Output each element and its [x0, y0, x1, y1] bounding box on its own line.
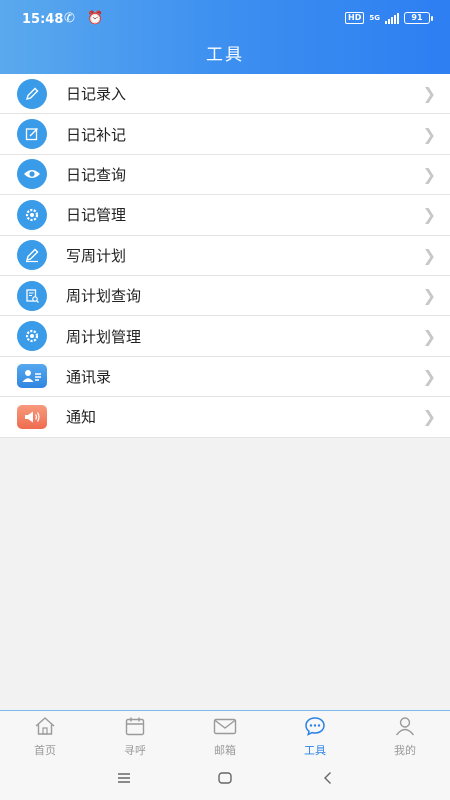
menu-item-label: 日记录入 — [66, 85, 127, 104]
network-type: 5G — [369, 14, 380, 22]
menu-item-label: 写周计划 — [66, 246, 127, 265]
person-icon — [394, 716, 416, 740]
menu-item-contacts[interactable]: 通讯录 ❯ — [0, 357, 450, 398]
tool-menu-list: 日记录入 ❯ 日记补记 ❯ 日记查询 ❯ 日记管理 ❯ 写周计划 ❯ 周计划查询… — [0, 74, 450, 438]
mail-icon — [213, 716, 237, 740]
status-time: 15:48 — [22, 12, 64, 27]
chevron-right-icon: ❯ — [422, 164, 436, 184]
menu-item-label: 日记补记 — [66, 125, 127, 144]
menu-item-diary-entry[interactable]: 日记录入 ❯ — [0, 74, 450, 115]
menu-item-write-weekly-plan[interactable]: 写周计划 ❯ — [0, 236, 450, 276]
home-icon — [34, 716, 56, 740]
status-notification-icons: ✆ ⏰ — [64, 11, 108, 26]
document-search-icon — [17, 280, 47, 311]
tab-home[interactable]: 首页 — [0, 711, 90, 758]
menu-item-label: 周计划管理 — [66, 327, 142, 346]
menu-item-label: 通知 — [66, 408, 97, 427]
tab-label: 工具 — [304, 744, 326, 757]
pencil-icon — [17, 78, 47, 109]
chat-bubble-icon — [304, 716, 326, 740]
signal-icon — [385, 12, 399, 24]
menu-icon[interactable] — [116, 770, 132, 790]
tab-label: 我的 — [394, 744, 416, 757]
chevron-right-icon: ❯ — [422, 286, 436, 306]
chevron-right-icon: ❯ — [422, 366, 436, 386]
edit-note-icon — [17, 119, 47, 150]
status-bar: 15:48 ✆ ⏰ HD 5G 91 — [0, 0, 450, 36]
menu-item-label: 周计划查询 — [66, 287, 142, 306]
tab-tools[interactable]: 工具 — [270, 711, 360, 758]
menu-item-diary-supplement[interactable]: 日记补记 ❯ — [0, 114, 450, 155]
page-title: 工具 — [206, 45, 244, 65]
menu-item-weekly-plan-query[interactable]: 周计划查询 ❯ — [0, 276, 450, 317]
menu-item-notice[interactable]: 通知 ❯ — [0, 397, 450, 438]
calendar-icon — [124, 716, 146, 740]
pencil-icon — [17, 240, 47, 271]
tab-me[interactable]: 我的 — [360, 711, 450, 758]
menu-item-diary-query[interactable]: 日记查询 ❯ — [0, 155, 450, 196]
menu-item-diary-management[interactable]: 日记管理 ❯ — [0, 195, 450, 236]
status-right: HD 5G 91 — [345, 12, 433, 24]
chevron-right-icon: ❯ — [422, 245, 436, 265]
battery-icon: 91 — [404, 12, 433, 24]
bottom-tab-bar: 首页 寻呼 邮箱 工具 我的 — [0, 710, 450, 758]
hd-icon: HD — [345, 12, 365, 24]
eye-icon — [17, 159, 47, 190]
menu-item-label: 日记查询 — [66, 165, 127, 184]
app-header: 15:48 ✆ ⏰ HD 5G 91 工具 — [0, 0, 450, 76]
contacts-icon — [17, 361, 47, 391]
gear-icon — [17, 199, 47, 230]
system-nav-bar — [0, 758, 450, 800]
menu-item-label: 日记管理 — [66, 206, 127, 225]
chevron-right-icon: ❯ — [422, 205, 436, 225]
megaphone-icon — [17, 402, 47, 432]
chevron-right-icon: ❯ — [422, 124, 436, 144]
tab-label: 寻呼 — [124, 744, 146, 757]
tab-label: 邮箱 — [214, 744, 236, 757]
chevron-right-icon: ❯ — [422, 84, 436, 104]
gear-icon — [17, 321, 47, 352]
chevron-right-icon: ❯ — [422, 326, 436, 346]
tab-mailbox[interactable]: 邮箱 — [180, 711, 270, 758]
tab-paging[interactable]: 寻呼 — [90, 711, 180, 758]
home-button-icon[interactable] — [217, 770, 233, 790]
menu-item-label: 通讯录 — [66, 367, 112, 386]
tab-label: 首页 — [34, 744, 56, 757]
chevron-right-icon: ❯ — [422, 407, 436, 427]
back-icon[interactable] — [320, 770, 336, 790]
menu-item-weekly-plan-management[interactable]: 周计划管理 ❯ — [0, 316, 450, 357]
